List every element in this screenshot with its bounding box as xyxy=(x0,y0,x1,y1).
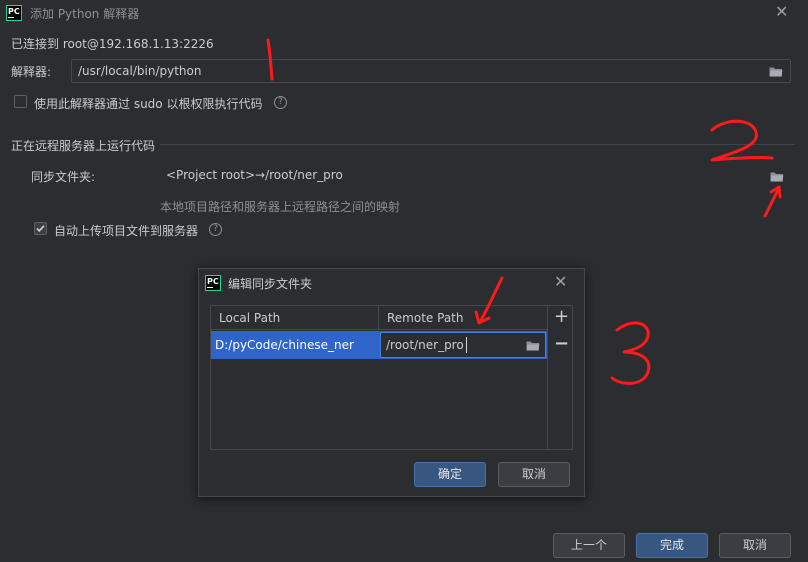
annotation-number-3 xyxy=(610,321,651,385)
annotation-overlay xyxy=(266,38,782,385)
annotation-number-1 xyxy=(266,38,274,81)
annotation-arrow-1 xyxy=(763,188,780,218)
annotation-number-2 xyxy=(710,119,774,162)
annotation-arrow-2 xyxy=(478,276,504,324)
